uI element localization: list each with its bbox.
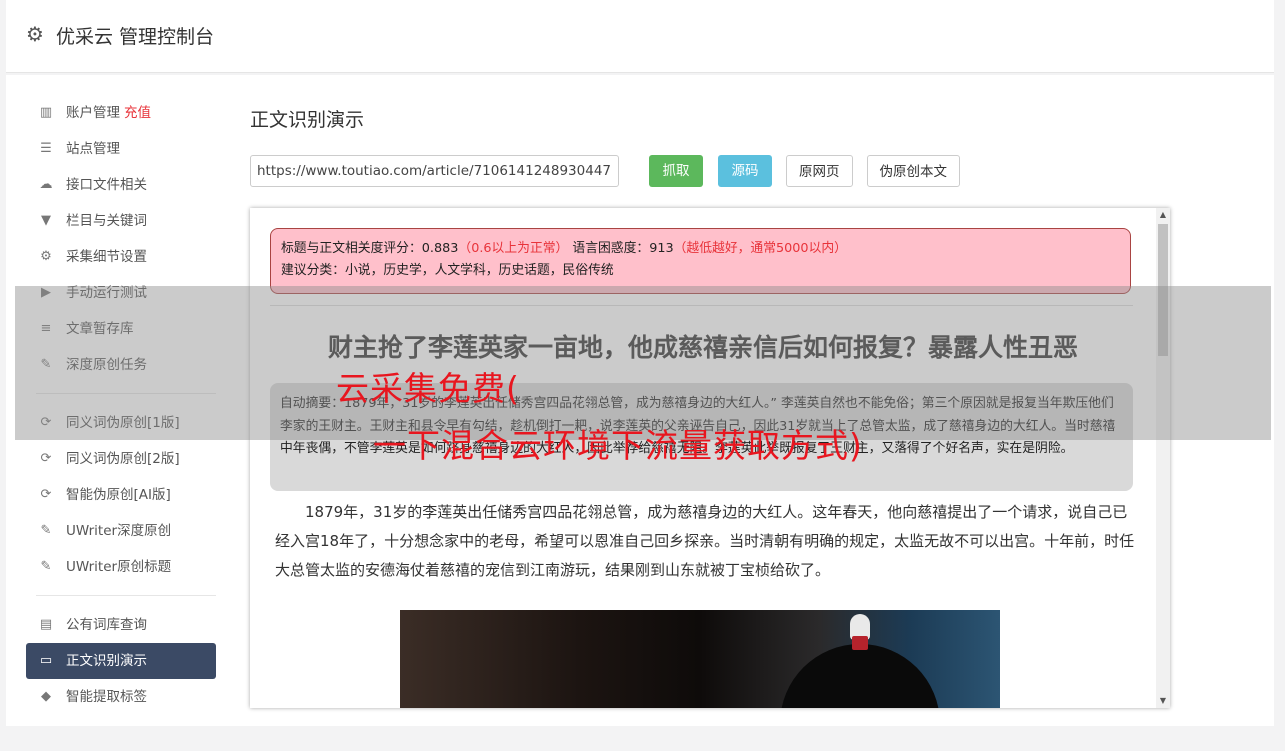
content-area: 正文识别演示 抓取 源码 原网页 伪原创本文 — [250, 95, 1250, 188]
edit-icon: ✎ — [40, 559, 52, 574]
book-icon: ▤ — [39, 617, 53, 632]
score-label: 标题与正文相关度评分：0.883 — [281, 241, 459, 256]
score-line: 标题与正文相关度评分：0.883（0.6以上为正常） 语言困惑度：913（越低越… — [281, 238, 1120, 260]
sidebar-item-group3-1[interactable]: ▭ 正文识别演示 — [26, 643, 216, 679]
sidebar-item-label: UWriter深度原创 — [66, 523, 172, 539]
category-line: 建议分类：小说，历史学，人文学科，历史话题，民俗传统 — [281, 263, 614, 278]
cogs-icon: ⚙ — [40, 249, 52, 264]
source-button[interactable]: 源码 — [718, 155, 772, 187]
sidebar-item-label: 智能伪原创[AI版] — [66, 487, 171, 503]
recharge-link[interactable]: 充值 — [124, 105, 151, 121]
bar-chart-icon: ▥ — [39, 105, 53, 120]
refresh-icon: ⟳ — [40, 487, 52, 502]
scroll-up-arrow-icon[interactable]: ▲ — [1156, 208, 1170, 222]
original-page-button[interactable]: 原网页 — [786, 155, 853, 187]
sidebar-item-label: 智能提取标签 — [66, 689, 147, 705]
sidebar-item-label: 正文识别演示 — [66, 653, 147, 669]
scrollbar[interactable]: ▲ ▼ — [1156, 208, 1170, 708]
sidebar-item-group1-4[interactable]: ⚙ 采集细节设置 — [26, 239, 216, 275]
watermark-text: 云采集免费( 一下混合云环境下流量获取方式) — [336, 360, 863, 474]
header-bar: ⚙ 优采云 管理控制台 — [6, 0, 1274, 73]
cloud-upload-icon: ☁ — [39, 177, 53, 192]
refresh-icon: ⟳ — [40, 451, 52, 466]
sidebar-item-group1-3[interactable]: ▼ 栏目与关键词 — [26, 203, 216, 239]
url-input[interactable] — [250, 155, 619, 187]
sidebar-item-label: 采集细节设置 — [66, 249, 147, 265]
sidebar-item-label: 站点管理 — [66, 141, 120, 157]
perplexity-note: （越低越好，通常5000以内） — [673, 241, 847, 256]
sidebar-item-group1-2[interactable]: ☁ 接口文件相关 — [26, 167, 216, 203]
sidebar-item-group2-2[interactable]: ⟳ 智能伪原创[AI版] — [26, 477, 216, 513]
article-paragraph: 1879年，31岁的李莲英出任储秀宫四品花翎总管，成为慈禧身边的大红人。这年春天… — [275, 503, 1135, 579]
article-image — [400, 610, 1000, 708]
toolbar: 抓取 源码 原网页 伪原创本文 — [250, 154, 1250, 188]
sidebar-item-label: 栏目与关键词 — [66, 213, 147, 229]
scroll-down-arrow-icon[interactable]: ▼ — [1156, 694, 1170, 708]
sidebar-item-group3-2[interactable]: ◆ 智能提取标签 — [26, 679, 216, 715]
sidebar-item-label: 接口文件相关 — [66, 177, 147, 193]
sidebar-item-label: UWriter原创标题 — [66, 559, 172, 575]
sidebar-item-group3-3[interactable] — [26, 715, 216, 751]
edit-icon: ✎ — [40, 523, 52, 538]
sidebar-item-group2-1[interactable]: ⟳ 同义词伪原创[2版] — [26, 441, 216, 477]
hat-band — [852, 636, 868, 650]
pseudo-original-button[interactable]: 伪原创本文 — [866, 155, 960, 187]
sidebar-item-group2-3[interactable]: ✎ UWriter深度原创 — [26, 513, 216, 549]
tag-icon: ◆ — [41, 689, 51, 704]
filter-icon: ▼ — [41, 213, 51, 228]
score-box: 标题与正文相关度评分：0.883（0.6以上为正常） 语言困惑度：913（越低越… — [270, 228, 1131, 294]
hat-shape — [780, 644, 940, 708]
monitor-icon: ▭ — [39, 653, 53, 668]
sidebar-item-group2-4[interactable]: ✎ UWriter原创标题 — [26, 549, 216, 585]
page-title: 正文识别演示 — [250, 109, 365, 131]
sidebar-item-group1-0[interactable]: ▥ 账户管理 充值 — [26, 95, 216, 131]
sidebar-item-group1-1[interactable]: ☰ 站点管理 — [26, 131, 216, 167]
gear-icon[interactable]: ⚙ — [26, 22, 44, 46]
app-title: 优采云 管理控制台 — [56, 26, 215, 48]
sidebar-divider — [36, 595, 216, 596]
watermark-line-2: 一下混合云环境下流量获取方式) — [373, 426, 863, 465]
server-icon: ☰ — [40, 141, 52, 156]
perplexity-label: 语言困惑度：913 — [568, 241, 674, 256]
sidebar-item-label: 账户管理 — [66, 105, 120, 121]
fetch-button[interactable]: 抓取 — [649, 155, 703, 187]
sidebar-item-label: 公有词库查询 — [66, 617, 147, 633]
sidebar-item-group3-0[interactable]: ▤ 公有词库查询 — [26, 607, 216, 643]
watermark-line-1: 云采集免费( — [336, 369, 520, 408]
score-note: （0.6以上为正常） — [458, 241, 569, 256]
sidebar-item-label: 同义词伪原创[2版] — [66, 451, 180, 467]
